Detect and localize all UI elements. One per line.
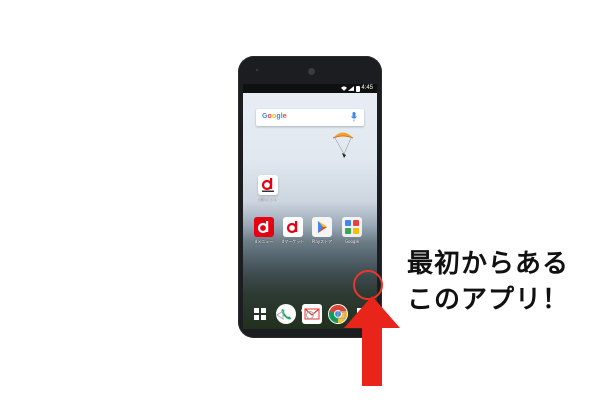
status-bar: 4:45 bbox=[243, 84, 377, 93]
google-folder-icon bbox=[345, 220, 359, 234]
dpoint-logo-icon bbox=[261, 178, 274, 192]
annotation-line-2: このアプリ！ bbox=[407, 285, 570, 315]
front-sensor bbox=[256, 69, 258, 71]
dmenu-logo-icon bbox=[257, 221, 269, 234]
red-arrow-icon bbox=[344, 296, 400, 386]
status-time: 4:45 bbox=[361, 85, 373, 91]
google-search-bar[interactable]: Google bbox=[256, 109, 364, 126]
play-store-app-icon[interactable] bbox=[312, 217, 332, 237]
dmenu-app-icon[interactable] bbox=[254, 217, 274, 237]
home-icon[interactable] bbox=[306, 311, 314, 319]
annotation-text: 最初からある このアプリ！ bbox=[407, 246, 569, 318]
dpoint-app-icon[interactable] bbox=[258, 175, 278, 195]
dpoint-label: dポイント bbox=[258, 197, 278, 202]
battery-icon bbox=[356, 86, 360, 92]
wifi-icon bbox=[341, 86, 347, 91]
microphone-icon[interactable] bbox=[351, 112, 357, 122]
annotation-line-1: 最初からある bbox=[407, 249, 570, 279]
dmarket-label: dマーケット bbox=[281, 239, 305, 244]
google-logo: Google bbox=[262, 113, 287, 120]
play-store-icon bbox=[318, 221, 327, 233]
signal-icon bbox=[348, 86, 354, 91]
back-icon[interactable] bbox=[276, 310, 284, 320]
dmenu-label: dメニュー bbox=[254, 239, 274, 244]
google-folder-label: Google bbox=[344, 239, 360, 244]
play-store-label: Playストア bbox=[311, 239, 333, 244]
paraglider-image bbox=[332, 132, 354, 158]
front-camera bbox=[308, 68, 315, 75]
dmarket-app-icon[interactable] bbox=[283, 217, 303, 237]
dmarket-logo-icon bbox=[286, 221, 298, 234]
google-folder-app-icon[interactable] bbox=[342, 217, 362, 237]
